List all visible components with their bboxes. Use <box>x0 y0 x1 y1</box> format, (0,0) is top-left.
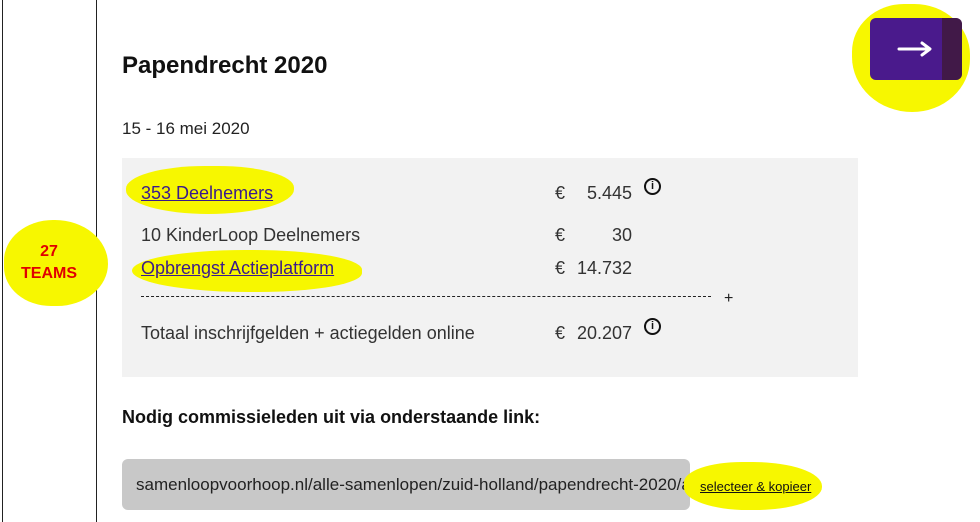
page-title: Papendrecht 2020 <box>122 52 328 79</box>
platform-revenue-link[interactable]: Opbrengst Actieplatform <box>141 258 334 279</box>
kids-participants-amount: 30 <box>611 225 632 245</box>
currency-symbol: € <box>555 258 566 278</box>
plus-sign: + <box>724 290 734 307</box>
info-icon[interactable]: i <box>644 318 661 335</box>
arrow-right-icon <box>897 41 932 57</box>
kids-participants-label: 10 KinderLoop Deelnemers <box>141 225 361 245</box>
left-border-line <box>2 0 3 522</box>
info-icon[interactable]: i <box>644 178 661 195</box>
currency-symbol: € <box>555 225 566 245</box>
invite-heading: Nodig commissieleden uit via onderstaand… <box>122 407 541 427</box>
currency-symbol: € <box>555 183 566 203</box>
teams-badge: 27 TEAMS <box>8 241 90 285</box>
platform-revenue-amount: 14.732 <box>576 258 632 278</box>
total-label: Totaal inschrijfgelden + actiegelden onl… <box>141 323 475 343</box>
sum-divider <box>141 296 711 297</box>
participants-link[interactable]: 353 Deelnemers <box>141 183 273 204</box>
event-date: 15 - 16 mei 2020 <box>122 119 250 138</box>
copy-link-button[interactable]: selecteer & kopieer <box>700 479 811 494</box>
teams-count: 27 <box>40 243 58 260</box>
currency-symbol: € <box>555 323 566 343</box>
teams-label: TEAMS <box>21 265 77 282</box>
invite-link-text[interactable]: samenloopvoorhoop.nl/alle-samenlopen/zui… <box>136 475 690 495</box>
next-button[interactable] <box>870 18 962 80</box>
participants-amount: 5.445 <box>586 183 632 203</box>
invite-link-field[interactable]: samenloopvoorhoop.nl/alle-samenlopen/zui… <box>122 459 690 510</box>
total-amount: 20.207 <box>576 323 632 343</box>
